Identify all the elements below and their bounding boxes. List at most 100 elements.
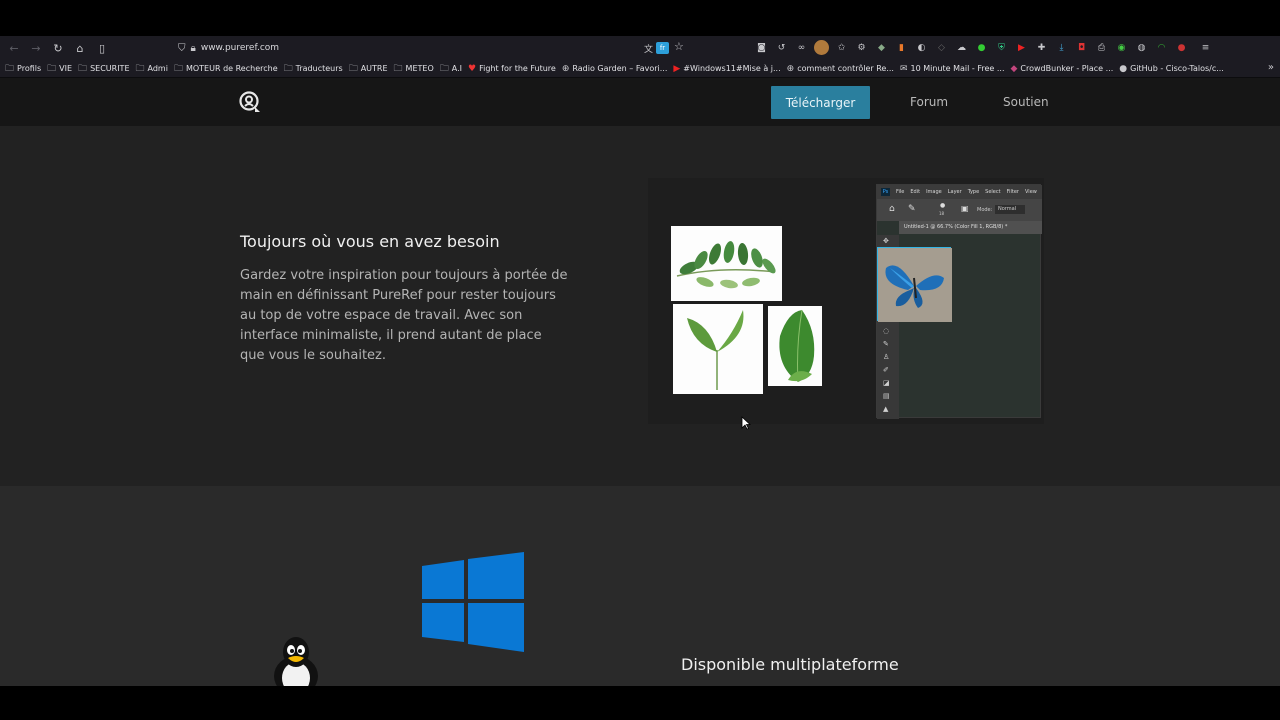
photoshop-menu-item[interactable]: File: [896, 189, 904, 195]
circle-extension-icon[interactable]: ◐: [914, 40, 929, 55]
photoshop-menubar: Ps File Edit Image Layer Type Select Filter Vie…: [877, 185, 1042, 199]
translate-icon[interactable]: 文: [644, 42, 653, 55]
brush-tool-icon[interactable]: ✎: [908, 204, 916, 214]
ublock-icon[interactable]: ◘: [1074, 40, 1089, 55]
bookmark-item[interactable]: ◆ CrowdBunker - Place ...: [1011, 64, 1114, 74]
url-text[interactable]: www.pureref.com: [201, 43, 279, 53]
photoshop-document-tab[interactable]: Untitled-1 @ 66.7% (Color Fill 1, RGB/8)…: [899, 221, 1042, 234]
browser-toolbar: ← → ↻ ⌂ ▯ ⛉ 🔒︎ www.pureref.com 文 fr ☆ ◙ …: [0, 36, 1280, 60]
linux-tux-icon: [274, 637, 318, 686]
sidebar-icon[interactable]: ▯: [91, 37, 113, 59]
puzzle-icon[interactable]: ✚: [1034, 40, 1049, 55]
bookmark-item[interactable]: ▶ #Windows11#Mise à j...: [673, 64, 780, 74]
lock-icon[interactable]: 🔒︎: [191, 43, 196, 54]
folder-icon: 🗀︎: [5, 63, 15, 74]
photoshop-menu-item[interactable]: Edit: [910, 189, 920, 195]
move-tool-icon[interactable]: ✥: [883, 237, 889, 245]
shield-icon[interactable]: ⛉: [178, 43, 186, 54]
pureref-logo-icon[interactable]: [238, 90, 262, 114]
youtube-extension-icon[interactable]: ▶: [1014, 40, 1029, 55]
menu-hamburger-icon[interactable]: ≡: [1198, 40, 1213, 55]
bookmark-star-icon[interactable]: ☆: [674, 40, 684, 53]
print-icon[interactable]: ⎙: [1094, 40, 1109, 55]
bookmark-item[interactable]: 🗀︎ SECURITE: [78, 61, 129, 77]
cookie-icon[interactable]: [814, 40, 829, 55]
account-icon[interactable]: ●: [1174, 40, 1189, 55]
bookmark-item[interactable]: 🗀︎ VIE: [47, 61, 72, 77]
bookmark-item[interactable]: 🗀︎ Admi: [136, 61, 168, 77]
folder-icon: 🗀︎: [78, 63, 88, 74]
cloud-icon[interactable]: ☁: [954, 40, 969, 55]
download-icon[interactable]: ⤓: [1054, 40, 1069, 55]
bookmark-label: Fight for the Future: [479, 64, 556, 73]
folder-icon: 🗀︎: [393, 63, 403, 74]
photoshop-menu-item[interactable]: Image: [926, 189, 942, 195]
forward-icon[interactable]: →: [25, 37, 47, 59]
green-extension-icon[interactable]: ●: [974, 40, 989, 55]
bookmark-item[interactable]: ● GitHub - Cisco-Talos/c...: [1119, 64, 1224, 74]
profile-extension-icon[interactable]: ◍: [1134, 40, 1149, 55]
url-bar[interactable]: ⛉ 🔒︎ www.pureref.com 文 fr ☆: [172, 38, 690, 58]
download-button[interactable]: Télécharger: [771, 86, 870, 119]
photoshop-menu-item[interactable]: View: [1025, 189, 1037, 195]
stamp-tool-icon[interactable]: ♙: [883, 353, 889, 361]
bookmark-item[interactable]: ♥ Fight for the Future: [468, 64, 556, 74]
shield-extension-icon[interactable]: ⛨: [994, 40, 1009, 55]
lasso-tool-icon[interactable]: ◌: [883, 327, 889, 335]
nav-support[interactable]: Soutien: [1003, 95, 1049, 109]
bookmark-label: CrowdBunker - Place ...: [1020, 64, 1114, 73]
brush-tool-icon[interactable]: ✎: [883, 340, 889, 348]
trash-icon[interactable]: ▮: [894, 40, 909, 55]
gradient-tool-icon[interactable]: ▤: [883, 392, 890, 400]
photoshop-menu-item[interactable]: Type: [968, 189, 979, 195]
folder-icon: 🗀︎: [283, 63, 293, 74]
reference-image-leaves-branch[interactable]: [671, 226, 782, 301]
inactive-extension-icon[interactable]: ◇: [934, 40, 949, 55]
home-icon[interactable]: ⌂: [69, 37, 91, 59]
translate-language-badge[interactable]: fr: [656, 42, 669, 54]
mode-select[interactable]: Normal: [995, 205, 1025, 214]
reference-image-leaf-pair[interactable]: [673, 304, 763, 394]
bookmark-label: METEO: [405, 64, 434, 73]
screenshot-icon[interactable]: ◙: [754, 40, 769, 55]
github-icon: ●: [1119, 63, 1128, 74]
bookmark-item[interactable]: 🗀︎ METEO: [394, 61, 434, 77]
sync-icon[interactable]: ◉: [1114, 40, 1129, 55]
photoshop-menu-item[interactable]: Select: [985, 189, 1000, 195]
bookmarks-overflow-icon[interactable]: »: [1268, 62, 1274, 73]
brush-size: 18: [939, 211, 945, 216]
bookmark-item[interactable]: 🗀︎ Profils: [5, 61, 41, 77]
brush-dot-icon[interactable]: ●: [940, 202, 945, 209]
infinity-icon[interactable]: ∞: [794, 40, 809, 55]
reference-image-single-leaf[interactable]: [768, 306, 822, 386]
history-icon[interactable]: ↺: [774, 40, 789, 55]
butterfly-reference-image[interactable]: [877, 247, 952, 322]
brush-panel-icon[interactable]: ▣: [961, 204, 969, 213]
mode-label: Mode:: [977, 207, 993, 213]
bookmark-item[interactable]: ✉ 10 Minute Mail - Free ...: [900, 64, 1005, 74]
pin-icon[interactable]: ✩: [834, 40, 849, 55]
extension-green-icon[interactable]: ◆: [874, 40, 889, 55]
bookmark-label: #Windows11#Mise à j...: [683, 64, 781, 73]
bookmark-item[interactable]: ⊕ Radio Garden – Favori...: [562, 64, 668, 74]
photoshop-menu-item[interactable]: Filter: [1007, 189, 1019, 195]
eraser-tool-icon[interactable]: ◪: [883, 379, 890, 387]
home-icon[interactable]: ⌂: [889, 204, 895, 214]
nav-forum[interactable]: Forum: [910, 95, 948, 109]
bookmark-item[interactable]: 🗀︎ AUTRE: [349, 61, 388, 77]
sharpen-tool-icon[interactable]: ▲: [883, 405, 888, 413]
bookmark-item[interactable]: 🗀︎ Traducteurs: [284, 61, 343, 77]
photoshop-window: Ps File Edit Image Layer Type Select Filter Vie…: [876, 184, 1042, 419]
bookmark-item[interactable]: 🗀︎ A.I: [440, 61, 462, 77]
bookmark-item[interactable]: ⊕ comment contrôler Re...: [787, 64, 894, 74]
heart-icon: ♥: [468, 63, 477, 74]
back-icon[interactable]: ←: [3, 37, 25, 59]
wifi-icon[interactable]: ◠: [1154, 40, 1169, 55]
globe-icon: ⊕: [561, 63, 570, 74]
butterfly-icon: [878, 248, 952, 322]
reload-icon[interactable]: ↻: [47, 37, 69, 59]
photoshop-menu-item[interactable]: Layer: [948, 189, 962, 195]
history-brush-icon[interactable]: ✐: [883, 366, 889, 374]
bookmark-item[interactable]: 🗀︎ MOTEUR de Recherche: [174, 61, 278, 77]
settings-gear-icon[interactable]: ⚙: [854, 40, 869, 55]
